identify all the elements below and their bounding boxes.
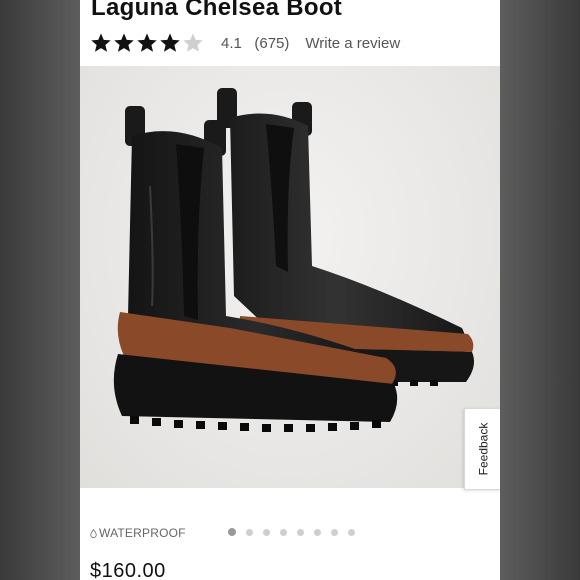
- pagination-dot[interactable]: [297, 528, 304, 536]
- feedback-tab[interactable]: Feedback: [464, 408, 500, 490]
- right-backdrop: [500, 0, 580, 580]
- waterproof-badge: WATERPROOF: [90, 526, 186, 540]
- rating-summary: 4.1 (675): [221, 35, 289, 52]
- star-rating: [90, 32, 205, 54]
- image-pagination: [228, 528, 365, 536]
- boots-illustration: [113, 88, 474, 432]
- pagination-dot-active[interactable]: [228, 528, 236, 536]
- water-drop-icon: [90, 528, 97, 538]
- product-price: $160.00: [90, 560, 166, 580]
- pagination-dot[interactable]: [348, 528, 355, 536]
- pagination-dot[interactable]: [263, 528, 270, 536]
- left-backdrop: [0, 0, 80, 580]
- product-image[interactable]: Feedback: [80, 66, 500, 536]
- star-filled-icon: [114, 33, 134, 52]
- star-empty-icon: [183, 33, 203, 52]
- star-filled-icon: [160, 33, 180, 52]
- review-count: (675): [254, 34, 290, 52]
- product-panel: Laguna Chelsea Boot 4.1 (675) Write a re…: [80, 0, 500, 580]
- pagination-dot[interactable]: [314, 528, 321, 536]
- write-review-link[interactable]: Write a review: [305, 35, 400, 52]
- badge-label: WATERPROOF: [99, 526, 186, 540]
- rating-row: 4.1 (675) Write a review: [90, 30, 400, 56]
- pagination-dot[interactable]: [331, 528, 338, 536]
- pagination-dot[interactable]: [280, 528, 287, 536]
- product-title: Laguna Chelsea Boot: [91, 0, 343, 21]
- star-filled-icon: [137, 33, 157, 52]
- pagination-dot[interactable]: [246, 528, 253, 536]
- feedback-label: Feedback: [476, 422, 491, 476]
- rating-value: 4.1: [221, 34, 242, 52]
- star-filled-icon: [91, 33, 111, 52]
